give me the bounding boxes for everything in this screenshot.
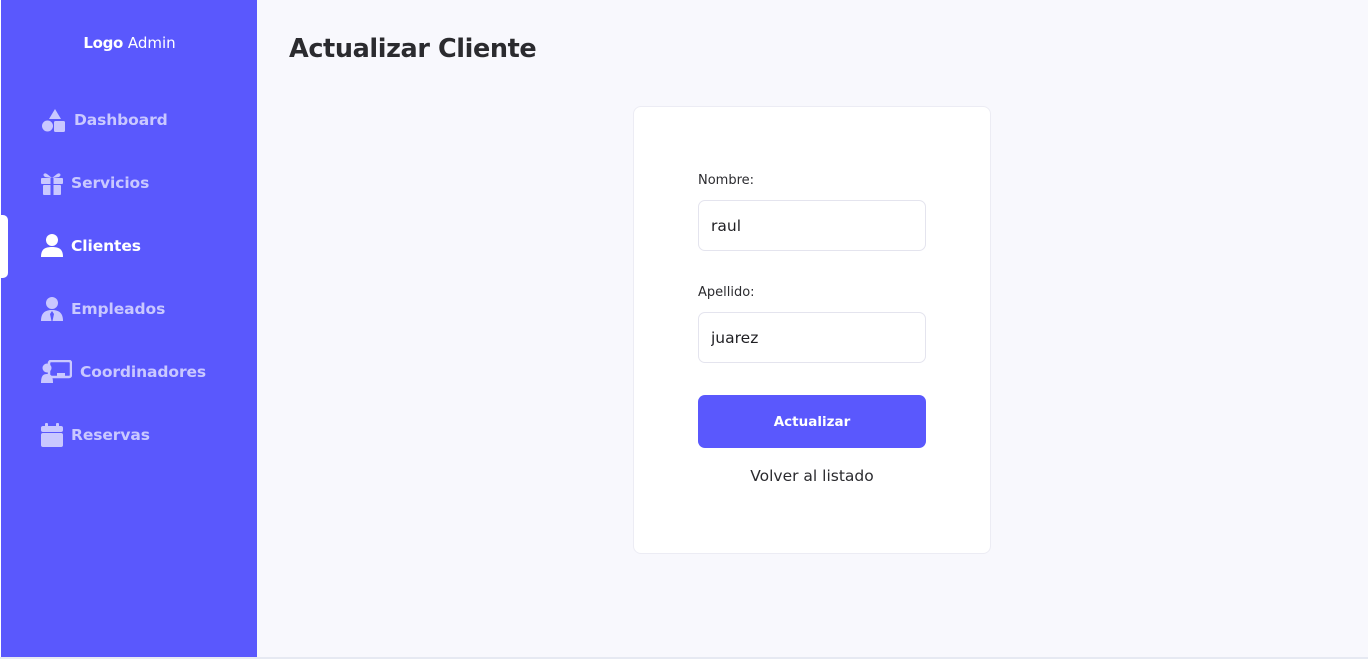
sidebar-item-label: Reservas — [71, 426, 150, 444]
sidebar-item-empleados[interactable]: Empleados — [41, 294, 165, 324]
logo-text: Admin — [127, 34, 176, 52]
nombre-label: Nombre: — [698, 173, 755, 188]
gift-icon — [41, 171, 63, 195]
sidebar-item-dashboard[interactable]: Dashboard — [41, 105, 168, 135]
sidebar-item-clientes[interactable]: Clientes — [41, 231, 141, 261]
apellido-input[interactable] — [698, 312, 926, 363]
sidebar-item-coordinadores[interactable]: Coordinadores — [41, 357, 206, 387]
sidebar-item-label: Coordinadores — [80, 363, 207, 381]
logo-bold: Logo — [83, 34, 124, 52]
active-indicator — [1, 215, 8, 278]
update-client-form: Nombre: Apellido: Actualizar Volver al l… — [633, 106, 991, 554]
nombre-input[interactable] — [698, 200, 926, 251]
sidebar: Logo Admin Dashboard Servicios Clientes … — [0, 0, 257, 657]
actualizar-button[interactable]: Actualizar — [698, 395, 926, 448]
sidebar-item-label: Clientes — [71, 237, 141, 255]
logo[interactable]: Logo Admin — [1, 34, 258, 52]
user-icon — [41, 234, 63, 258]
back-to-list-link[interactable]: Volver al listado — [634, 467, 990, 485]
page-title: Actualizar Cliente — [289, 34, 537, 64]
sidebar-item-label: Servicios — [71, 174, 150, 192]
sidebar-item-servicios[interactable]: Servicios — [41, 168, 149, 198]
user-tie-icon — [41, 297, 63, 321]
calendar-icon — [41, 423, 63, 447]
shapes-icon — [41, 108, 66, 132]
chalkboard-user-icon — [41, 360, 72, 384]
sidebar-item-label: Dashboard — [74, 111, 168, 129]
sidebar-item-reservas[interactable]: Reservas — [41, 420, 150, 450]
apellido-label: Apellido: — [698, 285, 755, 300]
sidebar-item-label: Empleados — [71, 300, 166, 318]
